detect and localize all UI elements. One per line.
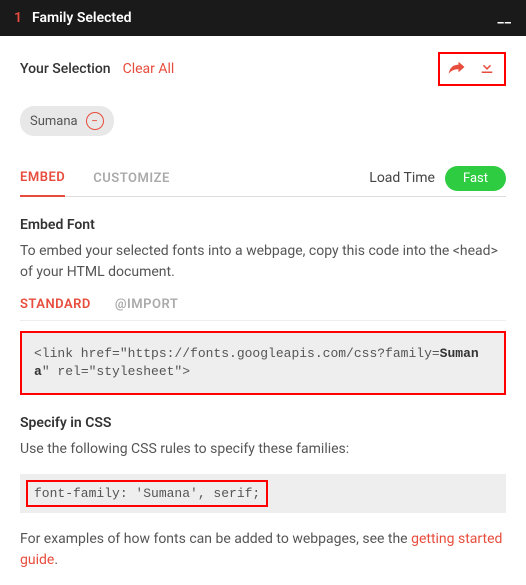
minimize-icon[interactable]: __ [498, 10, 512, 26]
panel-header: 1 Family Selected __ [0, 0, 526, 36]
your-selection-label: Your Selection [20, 61, 111, 77]
chip-label: Sumana [30, 114, 78, 129]
css-code-block[interactable]: font-family: 'Sumana', serif; [20, 474, 506, 513]
css-desc: Use the following CSS rules to specify t… [20, 439, 506, 460]
css-heading: Specify in CSS [20, 415, 506, 431]
subtab-import[interactable]: @IMPORT [115, 297, 178, 312]
family-count: 1 [14, 10, 22, 26]
embed-heading: Embed Font [20, 217, 506, 233]
embed-desc: To embed your selected fonts into a webp… [20, 241, 506, 283]
embed-subtabs: STANDARD @IMPORT [20, 297, 506, 321]
load-time-label: Load Time [369, 170, 435, 186]
font-chip: Sumana − [20, 106, 114, 136]
remove-chip-icon[interactable]: − [86, 112, 104, 130]
main-tabs: EMBED CUSTOMIZE Load Time Fast [20, 160, 506, 197]
tab-embed[interactable]: EMBED [20, 160, 65, 197]
footer-text: For examples of how fonts can be added t… [20, 529, 506, 571]
css-code: font-family: 'Sumana', serif; [26, 480, 268, 507]
download-icon[interactable] [478, 58, 496, 80]
share-icon[interactable] [448, 58, 466, 80]
action-buttons [438, 52, 506, 86]
subtab-standard[interactable]: STANDARD [20, 297, 91, 312]
selection-row: Your Selection Clear All [20, 52, 506, 86]
tab-customize[interactable]: CUSTOMIZE [93, 161, 170, 196]
header-left: 1 Family Selected [14, 10, 132, 26]
embed-code-block[interactable]: <link href="https://fonts.googleapis.com… [20, 331, 506, 395]
load-time-badge: Fast [445, 166, 506, 191]
panel-title: Family Selected [32, 10, 132, 26]
clear-all-button[interactable]: Clear All [123, 61, 175, 77]
